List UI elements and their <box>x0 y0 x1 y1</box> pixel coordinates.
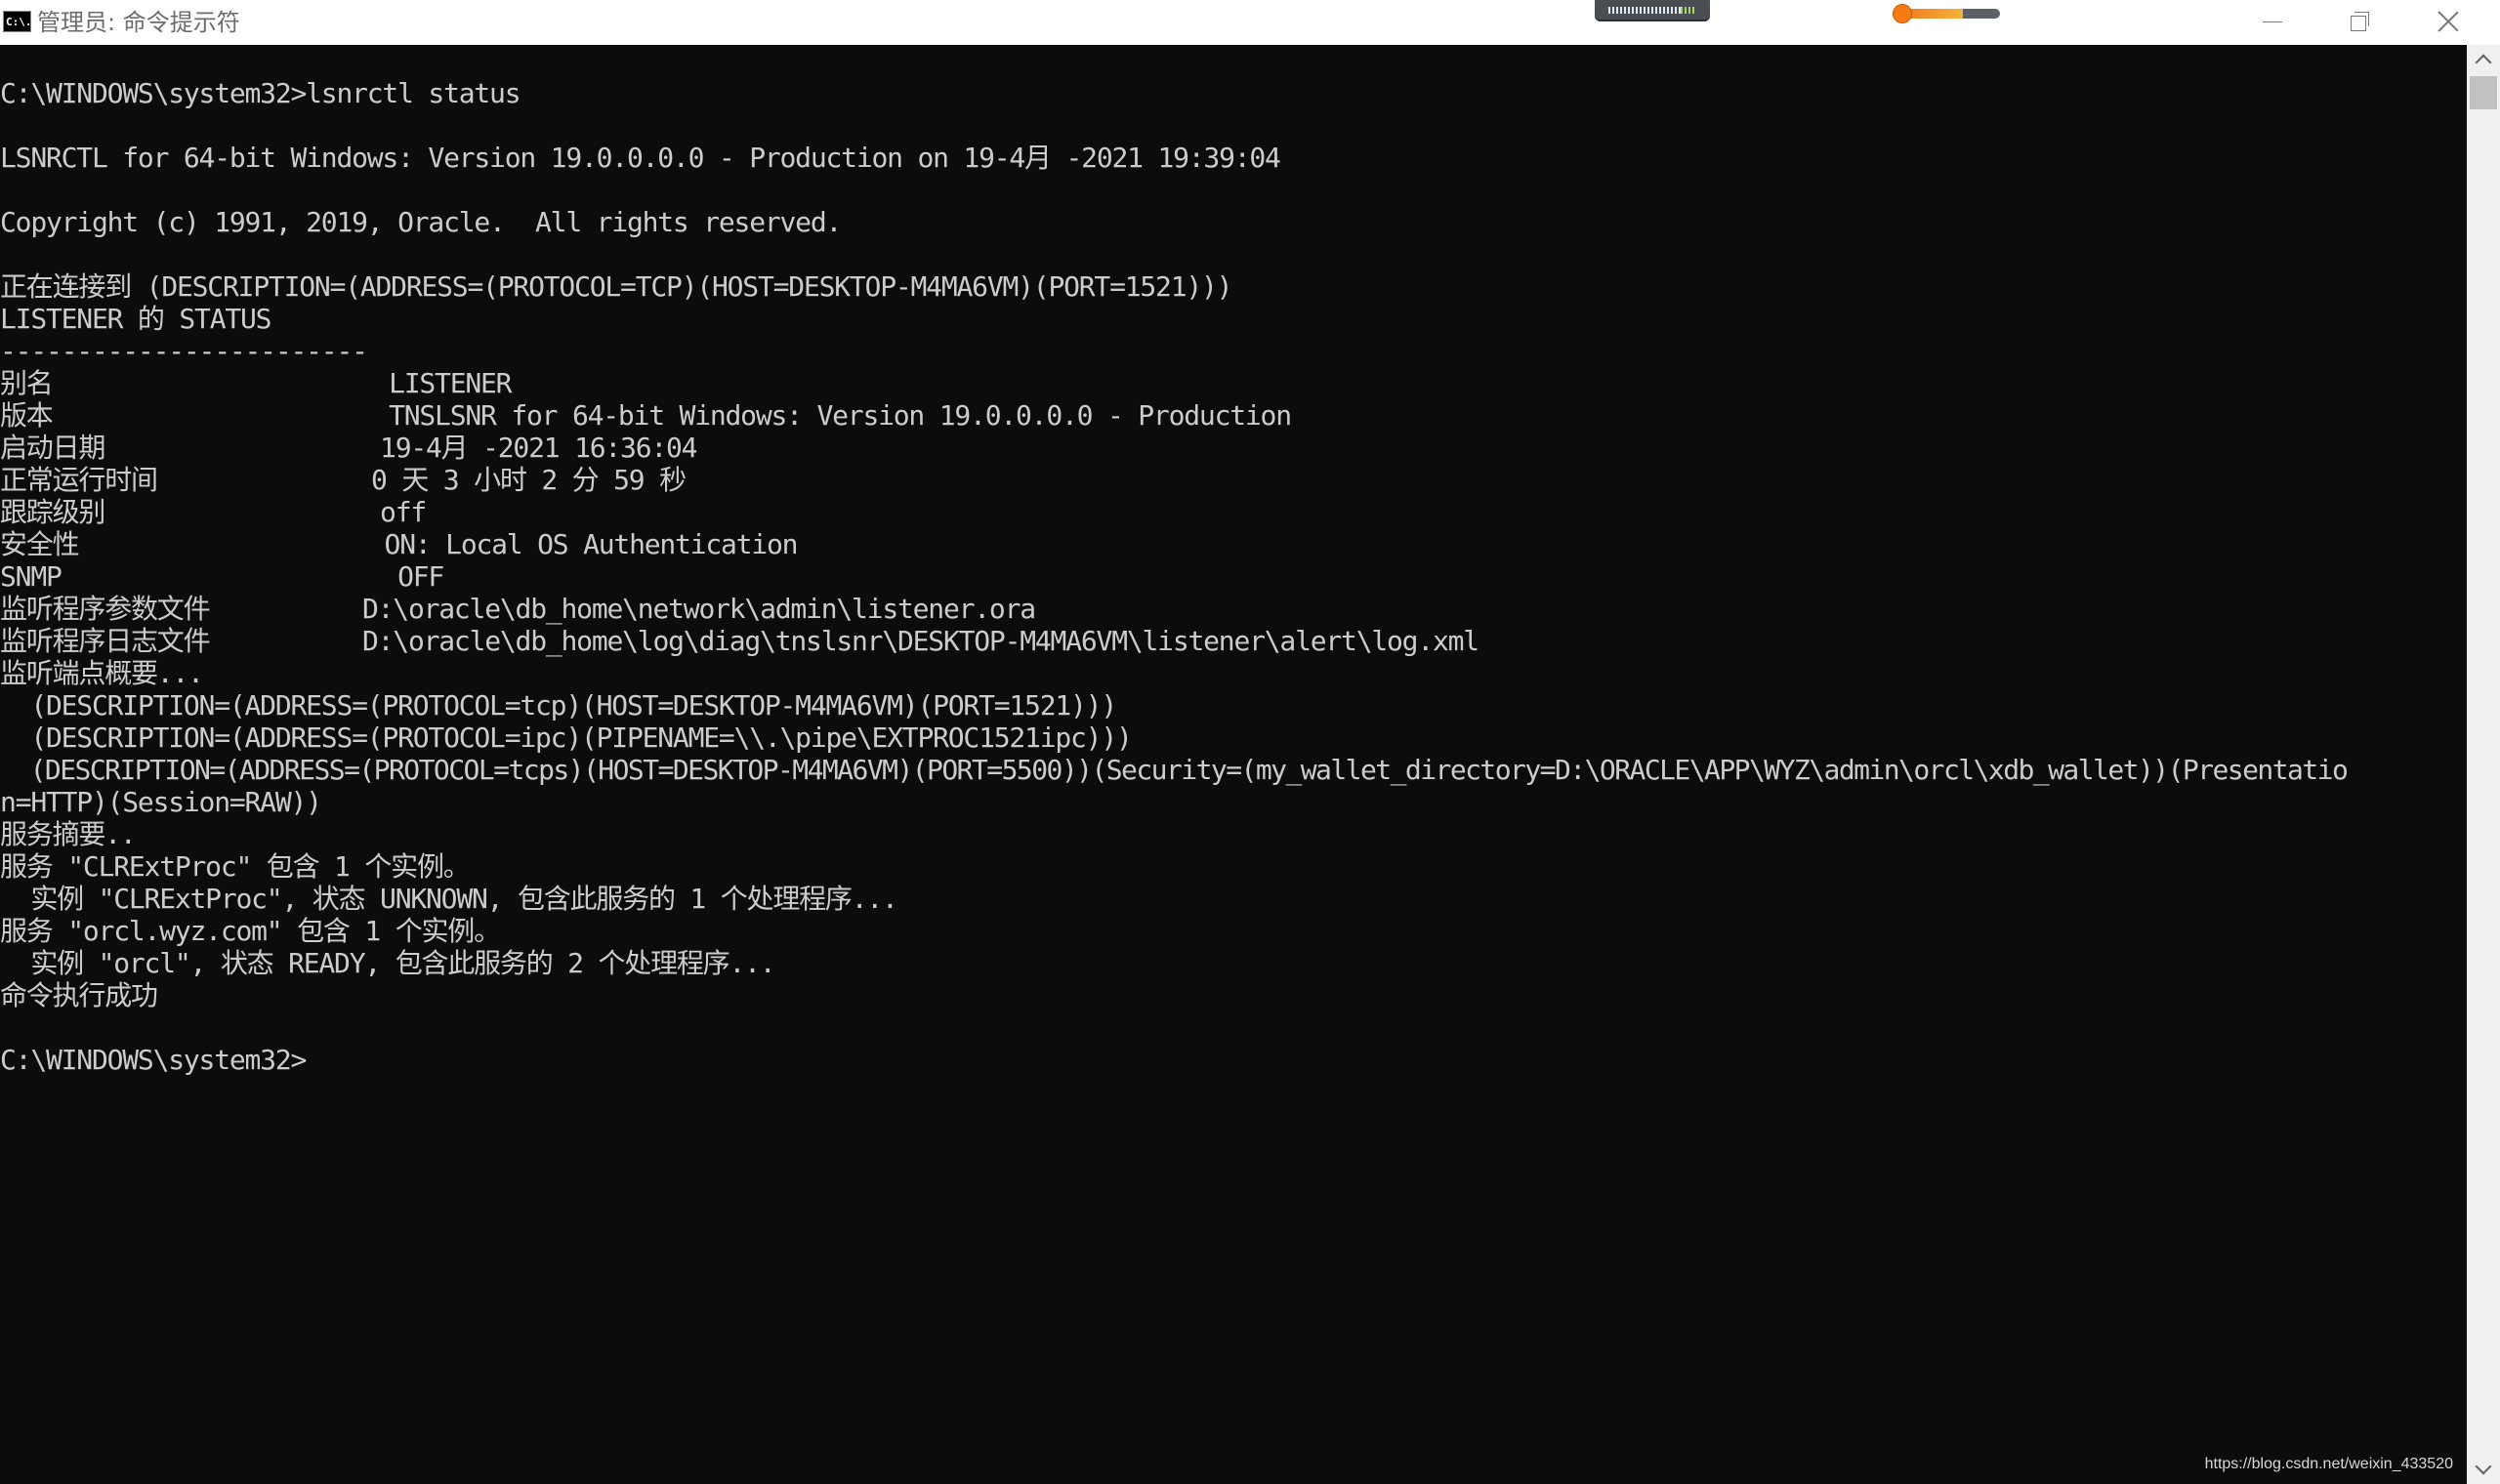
console-line: Copyright (c) 1991, 2019, Oracle. All ri… <box>0 206 842 238</box>
console-line: 服务 "CLRExtProc" 包含 1 个实例。 <box>0 850 471 883</box>
volume-slider[interactable] <box>1893 3 2002 23</box>
watermark-url: https://blog.csdn.net/weixin_433520 <box>2204 1456 2453 1472</box>
title-bar[interactable]: C:\. 管理员: 命令提示符 <box>0 0 2500 45</box>
console-output[interactable]: C:\WINDOWS\system32>lsnrctl status LSNRC… <box>0 45 2467 1484</box>
scroll-down-button[interactable] <box>2467 1455 2500 1484</box>
console-line: C:\WINDOWS\system32>lsnrctl status <box>0 77 521 109</box>
console-line: 启动日期 19-4月 -2021 16:36:04 <box>0 432 698 464</box>
console-line: LISTENER 的 STATUS <box>0 303 272 335</box>
scroll-up-button[interactable] <box>2467 45 2500 74</box>
console-line: SNMP OFF <box>0 560 444 593</box>
restore-icon <box>2351 12 2370 31</box>
console-line: 实例 "orcl", 状态 READY, 包含此服务的 2 个处理程序... <box>0 947 775 979</box>
window-title: 管理员: 命令提示符 <box>37 9 240 36</box>
console-line: 实例 "CLRExtProc", 状态 UNKNOWN, 包含此服务的 1 个处… <box>0 883 898 915</box>
console-line: ------------------------ <box>0 335 368 367</box>
cmd-icon[interactable]: C:\. <box>3 11 32 32</box>
command-prompt-window: C:\. 管理员: 命令提示符 C:\WINDOWS\system32>lsnr… <box>0 0 2500 1484</box>
chevron-down-icon <box>2475 1458 2492 1475</box>
slider-knob[interactable] <box>1893 4 1912 23</box>
console-line: (DESCRIPTION=(ADDRESS=(PROTOCOL=tcp)(HOS… <box>0 689 1117 721</box>
close-icon <box>2438 11 2459 32</box>
vertical-scrollbar[interactable] <box>2467 45 2500 1484</box>
console-line: 监听端点概要... <box>0 657 204 689</box>
console-line: LSNRCTL for 64-bit Windows: Version 19.0… <box>0 142 1281 174</box>
command-prompt-line[interactable]: C:\WINDOWS\system32> <box>0 1044 2347 1076</box>
console-line: 服务 "orcl.wyz.com" 包含 1 个实例。 <box>0 915 501 947</box>
console-lines: C:\WINDOWS\system32>lsnrctl status LSNRC… <box>0 77 2349 1076</box>
minimize-button[interactable] <box>2229 0 2316 43</box>
console-line: 正常运行时间 0 天 3 小时 2 分 59 秒 <box>0 464 687 496</box>
console-line: 正在连接到 (DESCRIPTION=(ADDRESS=(PROTOCOL=TC… <box>0 270 1233 303</box>
scroll-thumb[interactable] <box>2470 76 2497 109</box>
console-line: (DESCRIPTION=(ADDRESS=(PROTOCOL=tcps)(HO… <box>0 754 2349 786</box>
meter-bars <box>1608 7 1681 14</box>
chevron-up-icon <box>2475 54 2492 71</box>
console-line: 跟踪级别 off <box>0 496 427 528</box>
console-line: 监听程序参数文件 D:\oracle\db_home\network\admin… <box>0 593 1036 625</box>
console-line: 版本 TNSLSNR for 64-bit Windows: Version 1… <box>0 399 1292 432</box>
close-button[interactable] <box>2404 0 2492 43</box>
console-line: n=HTTP)(Session=RAW)) <box>0 786 322 818</box>
meter-bars-active <box>1681 7 1694 14</box>
console-line: 安全性 ON: Local OS Authentication <box>0 528 799 560</box>
performance-meter-widget[interactable] <box>1595 0 1710 21</box>
console-line: 监听程序日志文件 D:\oracle\db_home\log\diag\tnsl… <box>0 625 1479 657</box>
console-line: 命令执行成功 <box>0 979 158 1011</box>
restore-button[interactable] <box>2316 0 2404 43</box>
console-line: (DESCRIPTION=(ADDRESS=(PROTOCOL=ipc)(PIP… <box>0 721 1133 754</box>
console-line: 别名 LISTENER <box>0 367 513 399</box>
minimize-icon <box>2263 21 2282 22</box>
console-line: 服务摘要.. <box>0 818 137 850</box>
